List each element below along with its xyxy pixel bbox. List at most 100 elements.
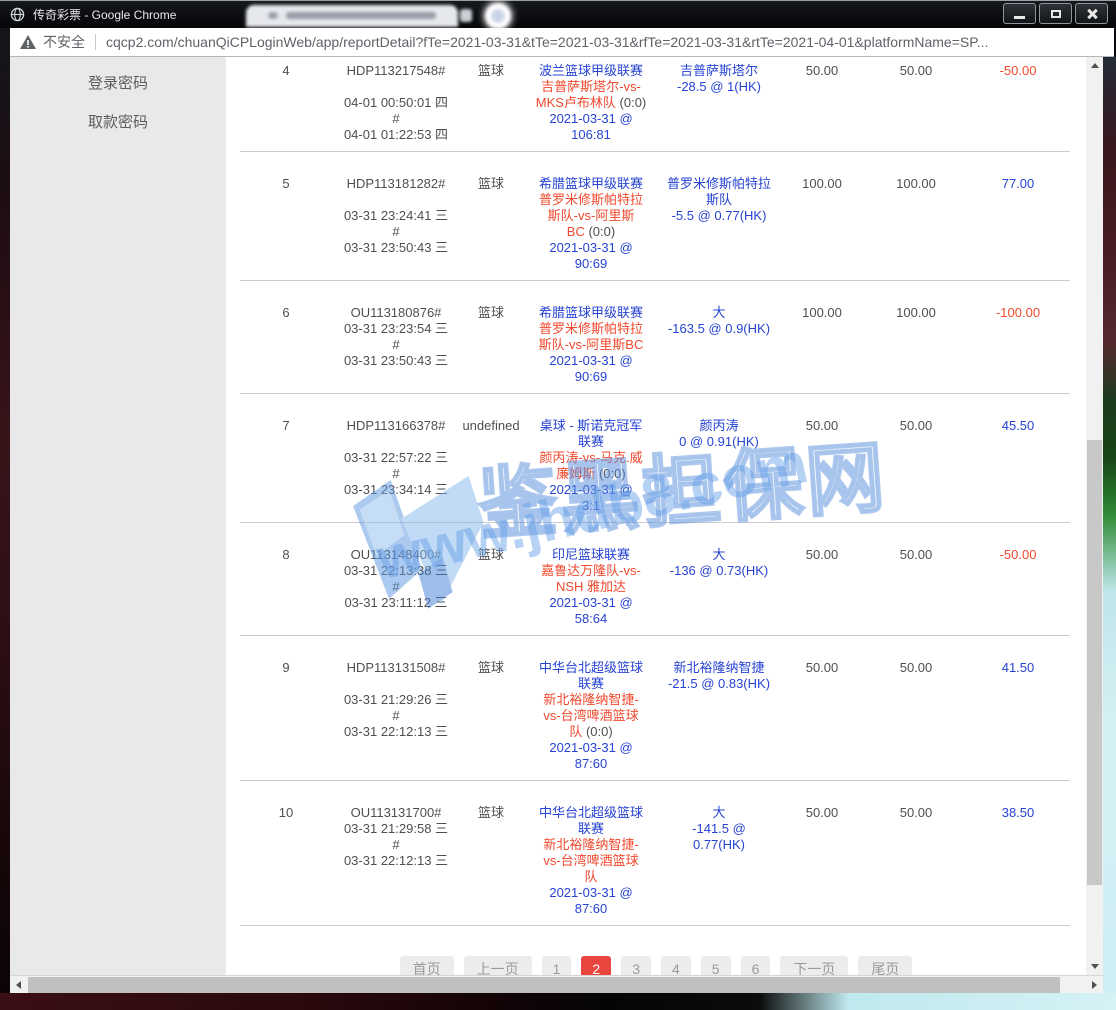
sport-cell: 篮球 (460, 305, 522, 385)
amount-cell: 50.00 (778, 805, 866, 917)
row-number-cell: 9 (240, 660, 332, 772)
table-row: 4HDP113217548# 04-01 00:50:01 四#04-01 01… (240, 57, 1070, 152)
bet-id-cell: HDP113131508# 03-31 21:29:26 三#03-31 22:… (332, 660, 460, 772)
scroll-up-icon[interactable] (1086, 57, 1103, 74)
report-table: 4HDP113217548# 04-01 00:50:01 四#04-01 01… (240, 57, 1070, 926)
page-button[interactable]: 4 (661, 956, 691, 975)
row-number-cell: 6 (240, 305, 332, 385)
match-cell: 桌球 - 斯诺克冠军联赛颜丙涛-vs-马克.威廉姆斯 (0:0)2021-03-… (522, 418, 660, 514)
row-number-cell: 8 (240, 547, 332, 627)
valid-amount-cell: 100.00 (866, 176, 966, 272)
close-icon (1086, 8, 1098, 20)
bet-detail-cell: 颜丙涛0 @ 0.91(HK) (660, 418, 778, 514)
sport-cell: 篮球 (460, 805, 522, 917)
row-number-cell: 4 (240, 63, 332, 143)
bet-id-cell: HDP113217548# 04-01 00:50:01 四#04-01 01:… (332, 63, 460, 143)
url-text: cqcp2.com/chuanQiCPLoginWeb/app/reportDe… (106, 34, 988, 50)
amount-cell: 50.00 (778, 418, 866, 514)
amount-cell: 50.00 (778, 660, 866, 772)
new-tab-button-blur[interactable] (485, 3, 511, 29)
maximize-icon (1051, 10, 1061, 18)
result-cell: 38.50 (966, 805, 1070, 917)
vertical-scrollbar[interactable] (1086, 57, 1103, 975)
scroll-right-icon[interactable] (1086, 976, 1103, 994)
bet-id-cell: HDP113181282# 03-31 23:24:41 三#03-31 23:… (332, 176, 460, 272)
page-button[interactable]: 5 (701, 956, 731, 975)
result-cell: 41.50 (966, 660, 1070, 772)
row-number-cell: 7 (240, 418, 332, 514)
sport-cell: 篮球 (460, 176, 522, 272)
background-tab-blur[interactable] (246, 5, 458, 27)
maximize-button[interactable] (1039, 3, 1072, 24)
match-cell: 中华台北超级篮球联赛新北裕隆纳智捷-vs-台湾啤酒篮球队2021-03-31 @… (522, 805, 660, 917)
page-button[interactable]: 首页 (400, 956, 454, 975)
minimize-button[interactable] (1003, 3, 1036, 24)
page-button[interactable]: 上一页 (464, 956, 532, 975)
bet-detail-cell: 新北裕隆纳智捷-21.5 @ 0.83(HK) (660, 660, 778, 772)
page-button[interactable]: 1 (542, 956, 572, 975)
page-button[interactable]: 6 (741, 956, 771, 975)
bet-detail-cell: 普罗米修斯帕特拉斯队-5.5 @ 0.77(HK) (660, 176, 778, 272)
match-cell: 希腊篮球甲级联赛普罗米修斯帕特拉斯队-vs-阿里斯BC2021-03-31 @9… (522, 305, 660, 385)
amount-cell: 50.00 (778, 63, 866, 143)
security-label: 不安全 (43, 32, 85, 52)
scroll-down-icon[interactable] (1086, 958, 1103, 975)
valid-amount-cell: 50.00 (866, 63, 966, 143)
bet-detail-cell: 大-141.5 @0.77(HK) (660, 805, 778, 917)
window-border-left (0, 28, 10, 1010)
sport-cell: undefined (460, 418, 522, 514)
horizontal-scrollbar-thumb[interactable] (28, 977, 1060, 993)
minimize-icon (1014, 16, 1025, 19)
page-button[interactable]: 3 (621, 956, 651, 975)
close-button[interactable] (1075, 3, 1108, 24)
address-bar[interactable]: 不安全 cqcp2.com/chuanQiCPLoginWeb/app/repo… (2, 28, 1114, 57)
result-cell: -50.00 (966, 547, 1070, 627)
valid-amount-cell: 50.00 (866, 805, 966, 917)
sport-cell: 篮球 (460, 660, 522, 772)
table-row: 8OU113148400#03-31 22:13:38 三#03-31 23:1… (240, 523, 1070, 636)
window-titlebar: 传奇彩票 - Google Chrome (0, 0, 1116, 28)
sport-cell: 篮球 (460, 63, 522, 143)
browser-window: 传奇彩票 - Google Chrome 不安全 cqcp2.com/chuan… (0, 0, 1116, 1010)
bet-detail-cell: 吉普萨斯塔尔-28.5 @ 1(HK) (660, 63, 778, 143)
match-cell: 印尼篮球联赛嘉鲁达万隆队-vs-NSH 雅加达2021-03-31 @58:64 (522, 547, 660, 627)
table-row: 6OU113180876#03-31 23:23:54 三#03-31 23:5… (240, 281, 1070, 394)
page-button-current[interactable]: 2 (581, 956, 611, 975)
bet-id-cell: OU113148400#03-31 22:13:38 三#03-31 23:11… (332, 547, 460, 627)
tab-close-icon[interactable] (460, 9, 472, 22)
page-button[interactable]: 下一页 (780, 956, 848, 975)
sidebar-item-1[interactable]: 登录密码 (10, 71, 226, 110)
window-title: 传奇彩票 - Google Chrome (33, 6, 176, 23)
amount-cell: 100.00 (778, 176, 866, 272)
warning-icon (20, 35, 36, 49)
amount-cell: 50.00 (778, 547, 866, 627)
page-button[interactable]: 尾页 (858, 956, 912, 975)
result-cell: -100.00 (966, 305, 1070, 385)
bet-detail-cell: 大-136 @ 0.73(HK) (660, 547, 778, 627)
sidebar-item-2[interactable]: 取款密码 (10, 110, 226, 149)
match-cell: 希腊篮球甲级联赛普罗米修斯帕特拉斯队-vs-阿里斯BC (0:0)2021-03… (522, 176, 660, 272)
amount-cell: 100.00 (778, 305, 866, 385)
table-row: 10OU113131700#03-31 21:29:58 三#03-31 22:… (240, 781, 1070, 926)
sidebar: 登录密码取款密码 (10, 57, 226, 975)
match-cell: 中华台北超级篮球联赛新北裕隆纳智捷-vs-台湾啤酒篮球队 (0:0)2021-0… (522, 660, 660, 772)
valid-amount-cell: 100.00 (866, 305, 966, 385)
row-number-cell: 5 (240, 176, 332, 272)
row-number-cell: 10 (240, 805, 332, 917)
vertical-scrollbar-thumb[interactable] (1087, 440, 1102, 885)
table-row: 9HDP113131508# 03-31 21:29:26 三#03-31 22… (240, 636, 1070, 781)
match-cell: 波兰篮球甲级联赛吉普萨斯塔尔-vs-MKS卢布林队 (0:0)2021-03-3… (522, 63, 660, 143)
pagination: 首页上一页 123456 下一页尾页 (226, 956, 1086, 975)
scroll-left-icon[interactable] (10, 976, 27, 994)
horizontal-scrollbar[interactable] (10, 975, 1103, 993)
table-row: 7HDP113166378# 03-31 22:57:22 三#03-31 23… (240, 394, 1070, 523)
valid-amount-cell: 50.00 (866, 418, 966, 514)
globe-icon (10, 7, 25, 22)
bet-id-cell: OU113180876#03-31 23:23:54 三#03-31 23:50… (332, 305, 460, 385)
bet-id-cell: HDP113166378# 03-31 22:57:22 三#03-31 23:… (332, 418, 460, 514)
valid-amount-cell: 50.00 (866, 547, 966, 627)
bet-detail-cell: 大-163.5 @ 0.9(HK) (660, 305, 778, 385)
content-area: 4HDP113217548# 04-01 00:50:01 四#04-01 01… (226, 57, 1086, 975)
page-viewport: 登录密码取款密码 4HDP113217548# 04-01 00:50:01 四… (10, 57, 1086, 975)
valid-amount-cell: 50.00 (866, 660, 966, 772)
